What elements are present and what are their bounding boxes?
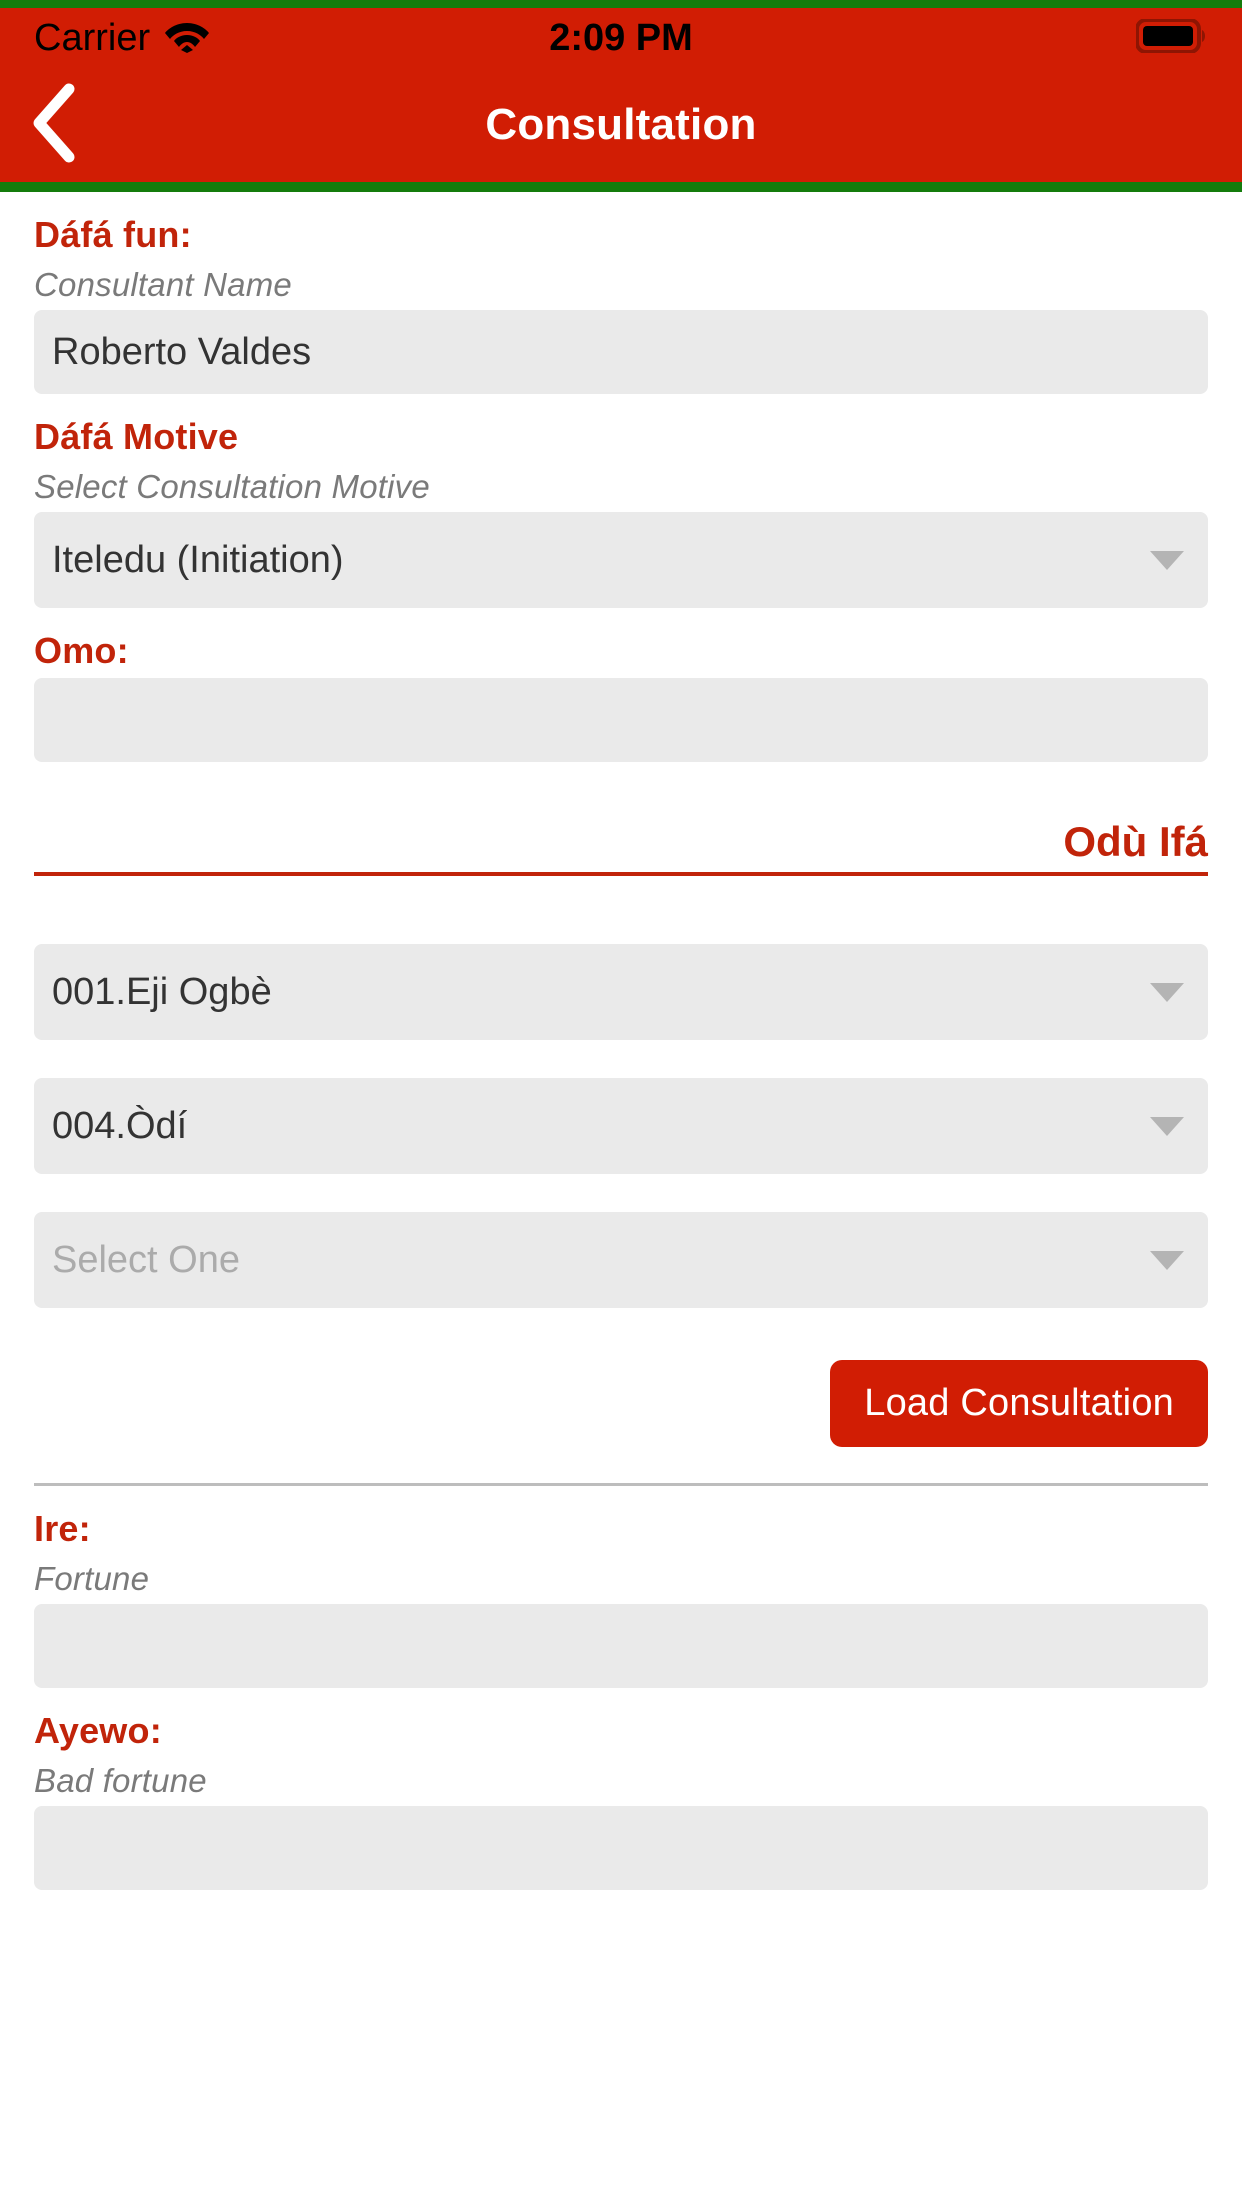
odu-select-2[interactable]: 004.Òdí: [34, 1078, 1208, 1174]
odu-select-1-wrap: 001.Eji Ogbè: [34, 944, 1208, 1040]
consultation-screen: Carrier 2:09 PM Consultation Dáfá fun: C…: [0, 0, 1242, 2208]
omo-section-label: Omo:: [34, 630, 129, 671]
navigation-bar: Consultation: [0, 68, 1242, 182]
odu-select-2-value: 004.Òdí: [52, 1104, 188, 1147]
motive-select[interactable]: Iteledu (Initiation): [34, 512, 1208, 608]
carrier-label: Carrier: [34, 17, 151, 59]
status-bar-clock: 2:09 PM: [549, 16, 693, 59]
ire-hint: Fortune: [34, 1560, 150, 1597]
ayewo-hint: Bad fortune: [34, 1762, 207, 1799]
nav-accent-stripe: [0, 182, 1242, 192]
form-content: Dáfá fun: Consultant Name Roberto Valdes…: [0, 192, 1242, 2208]
page-title: Consultation: [485, 100, 757, 149]
back-button[interactable]: [8, 79, 100, 171]
ire-section-label: Ire:: [34, 1508, 91, 1549]
omo-input[interactable]: [34, 678, 1208, 762]
odu-select-1-value: 001.Eji Ogbè: [52, 970, 272, 1013]
ire-input[interactable]: [34, 1604, 1208, 1688]
top-accent-stripe: [0, 0, 1242, 8]
chevron-down-icon: [1150, 1116, 1184, 1136]
status-bar-right: [788, 17, 1208, 58]
wifi-icon: [164, 19, 210, 58]
consultant-name-input[interactable]: Roberto Valdes: [34, 310, 1208, 394]
section-divider: [34, 1483, 1208, 1486]
status-bar-left: Carrier: [34, 19, 454, 58]
odu-select-3-value: Select One: [52, 1238, 240, 1281]
motive-section-label: Dáfá Motive: [34, 416, 239, 457]
chevron-left-icon: [27, 81, 81, 170]
status-bar: Carrier 2:09 PM: [0, 8, 1242, 68]
consultant-hint: Consultant Name: [34, 266, 292, 303]
chevron-down-icon: [1150, 1250, 1184, 1270]
odu-select-1[interactable]: 001.Eji Ogbè: [34, 944, 1208, 1040]
odu-ifa-heading: Odù Ifá: [34, 818, 1208, 876]
consultant-section-label: Dáfá fun:: [34, 214, 192, 255]
consultant-name-value: Roberto Valdes: [52, 330, 312, 373]
ayewo-section-label: Ayewo:: [34, 1710, 162, 1751]
load-consultation-button[interactable]: Load Consultation: [830, 1360, 1208, 1447]
odu-select-2-wrap: 004.Òdí: [34, 1078, 1208, 1174]
battery-full-icon: [1135, 17, 1208, 58]
motive-hint: Select Consultation Motive: [34, 468, 430, 505]
ayewo-input[interactable]: [34, 1806, 1208, 1890]
odu-select-3-wrap: Select One: [34, 1212, 1208, 1308]
chevron-down-icon: [1150, 550, 1184, 570]
motive-select-value: Iteledu (Initiation): [52, 538, 344, 581]
chevron-down-icon: [1150, 982, 1184, 1002]
load-consultation-row: Load Consultation: [34, 1360, 1208, 1447]
odu-select-3[interactable]: Select One: [34, 1212, 1208, 1308]
